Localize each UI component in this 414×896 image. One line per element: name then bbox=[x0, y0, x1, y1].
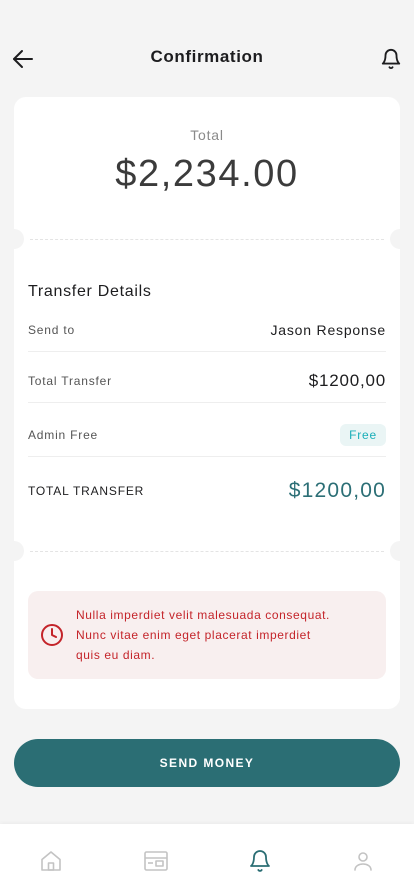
wallet-icon bbox=[144, 851, 168, 871]
ticket-divider bbox=[30, 551, 384, 552]
detail-label: TOTAL TRANSFER bbox=[28, 484, 145, 498]
confirmation-screen: Confirmation Total $2,234.00 Transfer De… bbox=[0, 0, 414, 896]
fee-badge: Free bbox=[340, 423, 386, 446]
detail-row-total-transfer: Total Transfer $1200,00 bbox=[28, 359, 386, 403]
bell-icon bbox=[381, 49, 401, 70]
ticket-notch-left bbox=[4, 541, 24, 561]
detail-label: Send to bbox=[28, 322, 75, 337]
detail-row-send-to: Send to Jason Response bbox=[28, 308, 386, 352]
ticket-notch-right bbox=[390, 541, 410, 561]
detail-row-grand-total: TOTAL TRANSFER $1200,00 bbox=[28, 469, 386, 513]
ticket-notch-right bbox=[390, 229, 410, 249]
detail-label: Admin Free bbox=[28, 427, 99, 442]
ticket-divider bbox=[30, 239, 384, 240]
transfer-details-title: Transfer Details bbox=[28, 283, 152, 300]
alert-line: quis eu diam. bbox=[76, 648, 156, 662]
bell-icon bbox=[250, 850, 270, 872]
total-label: Total bbox=[190, 127, 224, 143]
alert-line: Nunc vitae enim eget placerat imperdiet bbox=[76, 628, 311, 642]
nav-notifications[interactable] bbox=[245, 846, 275, 876]
grand-total-amount: $1200,00 bbox=[288, 479, 386, 502]
total-amount: $2,234.00 bbox=[115, 153, 299, 195]
page-title: Confirmation bbox=[150, 47, 264, 66]
transfer-amount: $1200,00 bbox=[308, 370, 386, 390]
nav-profile[interactable] bbox=[348, 846, 378, 876]
clock-icon bbox=[41, 624, 63, 646]
detail-row-admin-fee: Admin Free Free bbox=[28, 413, 386, 457]
nav-home[interactable] bbox=[36, 846, 66, 876]
bottom-nav bbox=[0, 824, 414, 896]
alert-message: Nulla imperdiet velit malesuada consequa… bbox=[76, 605, 372, 665]
detail-label: Total Transfer bbox=[28, 373, 112, 388]
ticket-notch-left bbox=[4, 229, 24, 249]
send-money-button[interactable]: SEND MONEY bbox=[14, 739, 400, 787]
notifications-button[interactable] bbox=[376, 44, 406, 74]
alert-line: Nulla imperdiet velit malesuada consequa… bbox=[76, 608, 330, 622]
confirmation-card: Total $2,234.00 Transfer Details Send to… bbox=[4, 97, 410, 709]
alert-box: Nulla imperdiet velit malesuada consequa… bbox=[28, 591, 386, 679]
top-header: Confirmation bbox=[0, 36, 414, 80]
recipient-name: Jason Response bbox=[270, 321, 386, 338]
profile-icon bbox=[354, 852, 372, 871]
nav-wallet[interactable] bbox=[141, 846, 171, 876]
home-icon bbox=[41, 851, 61, 871]
